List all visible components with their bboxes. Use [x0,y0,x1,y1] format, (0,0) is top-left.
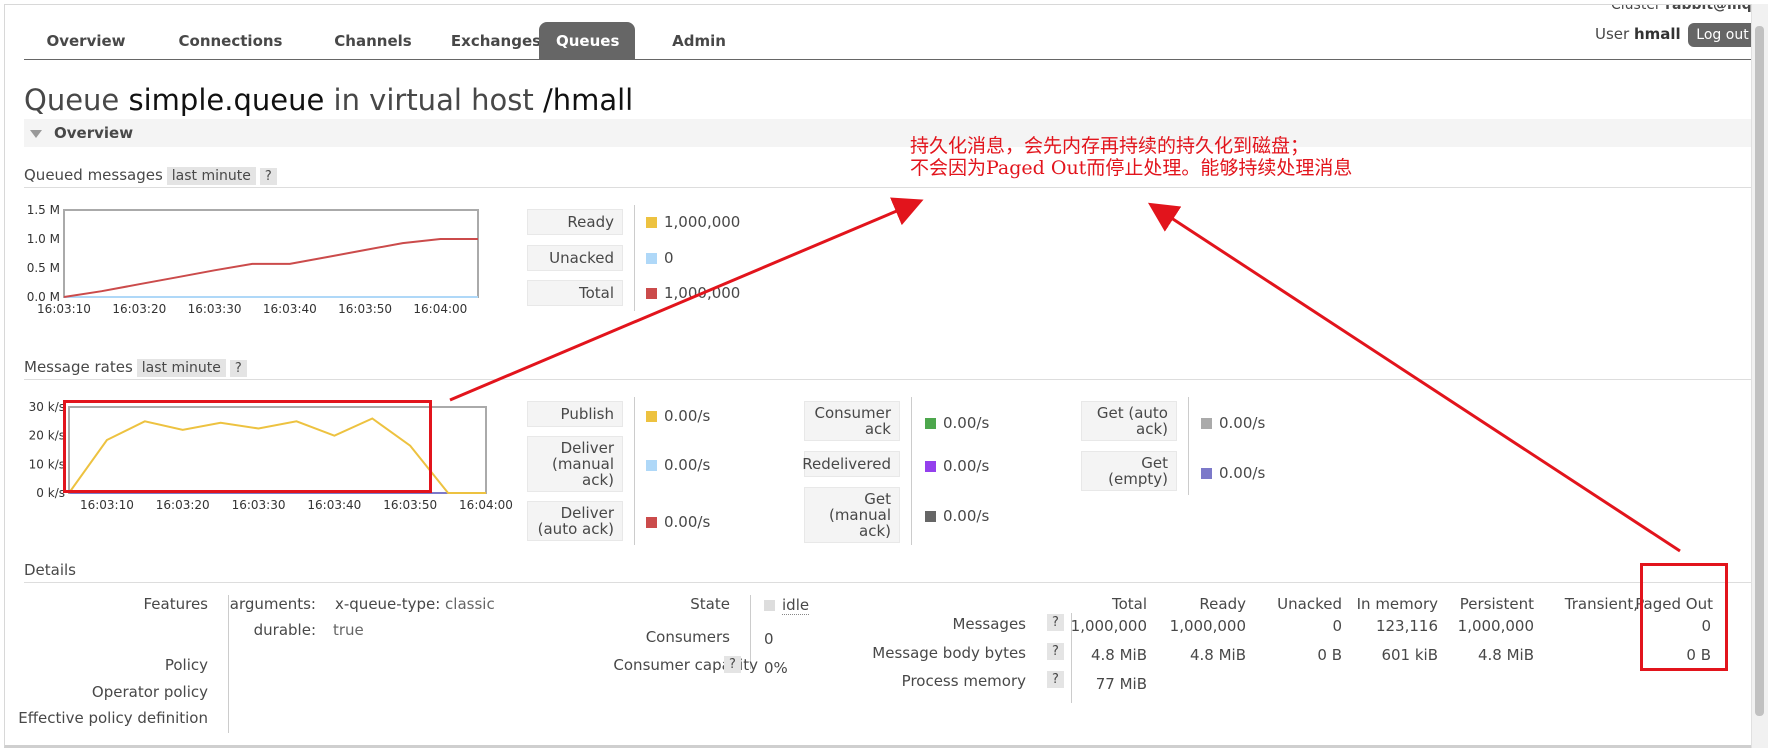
annotation-arrows [449,197,1681,553]
arrow-to-note-from-chart [449,197,924,402]
arrow-to-note-from-paged-out [1147,202,1681,553]
